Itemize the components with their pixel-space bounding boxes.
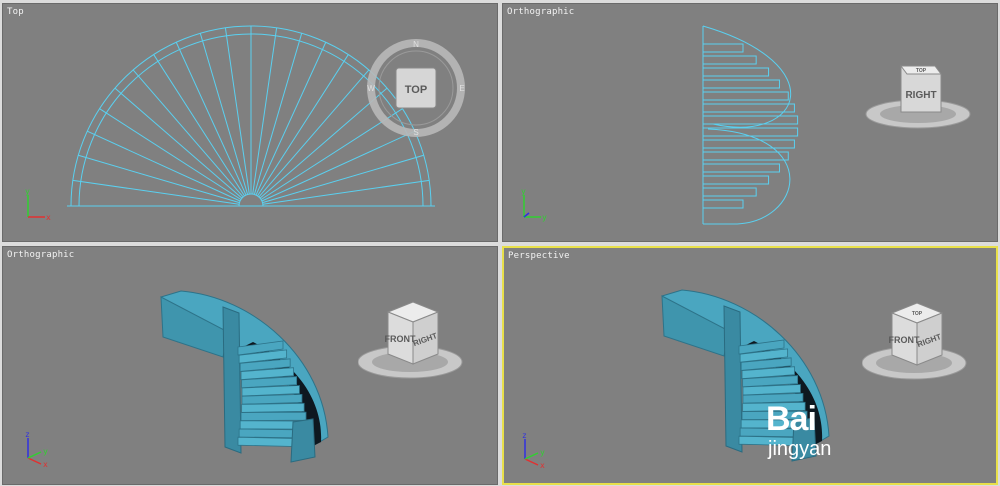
viewcube[interactable]: RIGHT TOP	[863, 54, 973, 134]
axis-tripod: y x	[25, 187, 51, 222]
axis-tripod: y y	[521, 187, 547, 222]
compass-n: N	[413, 40, 419, 49]
viewcube[interactable]: FRONT RIGHT	[358, 292, 478, 392]
svg-text:z: z	[25, 430, 30, 439]
stair-step	[241, 393, 303, 405]
viewport-top[interactable]: Top TOP N E S W y x	[2, 3, 498, 242]
svg-text:RIGHT: RIGHT	[905, 90, 936, 101]
axis-tripod: z x y	[522, 431, 545, 470]
compass-e: E	[459, 84, 464, 93]
stair-step	[241, 402, 305, 413]
stair-step	[240, 411, 307, 422]
compass-w: W	[367, 84, 375, 93]
svg-text:y: y	[540, 448, 545, 457]
svg-text:TOP: TOP	[405, 84, 427, 96]
viewcube[interactable]: TOP N E S W	[366, 38, 466, 138]
compass-s: S	[413, 128, 418, 137]
svg-text:TOP: TOP	[916, 68, 927, 74]
viewport-ortho-3d[interactable]: Orthographic FRONT RIGHT z x y	[2, 246, 498, 485]
viewcube[interactable]: FRONT RIGHT TOP	[862, 293, 982, 393]
axis-tripod: z x y	[25, 430, 48, 469]
svg-text:y: y	[521, 187, 526, 196]
svg-text:x: x	[43, 460, 48, 469]
svg-text:y: y	[43, 447, 48, 456]
svg-text:x: x	[540, 461, 545, 470]
watermark: Bai	[766, 400, 817, 438]
viewport-ortho-side[interactable]: Orthographic RIGHT TOP y y	[502, 3, 998, 242]
svg-text:x: x	[46, 213, 51, 222]
svg-text:z: z	[522, 431, 527, 440]
svg-text:TOP: TOP	[912, 311, 923, 317]
watermark-sub: jingyan	[768, 438, 832, 460]
svg-text:y: y	[25, 187, 30, 196]
viewport-perspective[interactable]: Perspective FRONT RIGHT TOP z x y Bai ji…	[502, 246, 998, 485]
svg-text:y: y	[542, 213, 547, 222]
